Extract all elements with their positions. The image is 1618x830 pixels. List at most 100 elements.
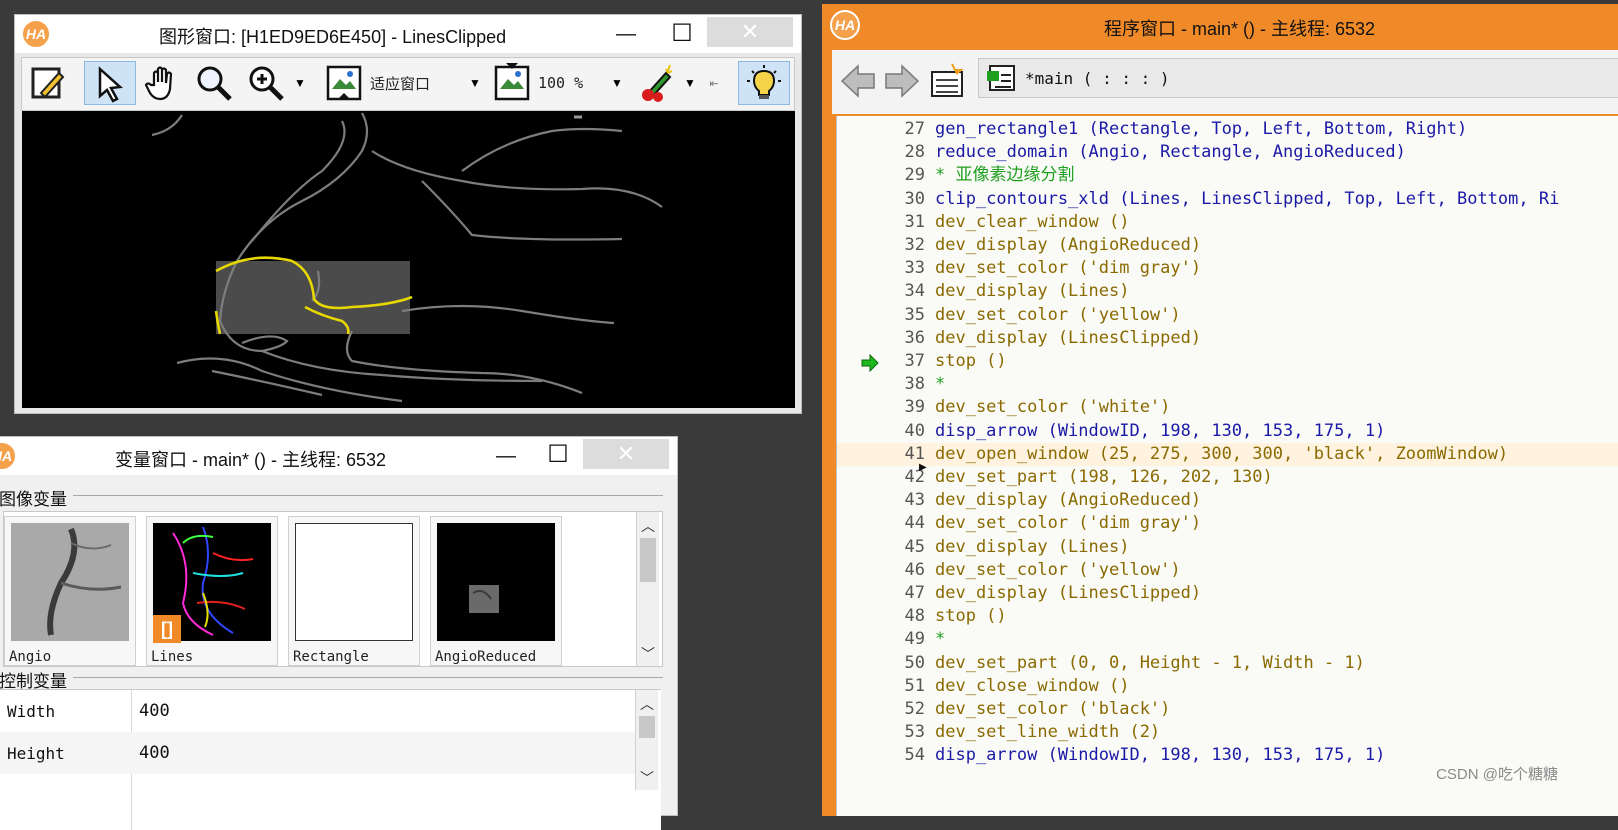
code-text: reduce_domain (Angio, Rectangle, AngioRe… <box>935 142 1406 163</box>
program-window-titlebar[interactable]: HA 程序窗口 - main* () - 主线程: 6532 <box>822 4 1618 46</box>
procedure-breadcrumb[interactable]: *main ( : : : ) <box>978 58 1618 98</box>
scroll-up-icon[interactable]: ︿ <box>637 516 659 536</box>
scroll-up-icon[interactable]: ︿ <box>636 694 658 714</box>
code-line[interactable]: 34 dev_display (Lines) <box>837 280 1618 303</box>
line-number: 50 <box>904 652 925 673</box>
scrollbar-thumb[interactable] <box>640 538 656 582</box>
code-line[interactable]: 44 dev_set_color ('dim gray') <box>837 512 1618 535</box>
code-text: * <box>935 374 946 395</box>
select-cursor-icon[interactable] <box>84 61 136 105</box>
code-line[interactable]: 41 dev_open_window (25, 275, 300, 300, 'b… <box>837 442 1618 466</box>
code-line[interactable]: 36 dev_display (LinesClipped) <box>837 327 1618 350</box>
halcon-logo-icon: HA <box>830 10 860 40</box>
zoom-dropdown-chevron-icon[interactable]: ▼ <box>290 61 310 105</box>
close-button[interactable]: ✕ <box>707 17 793 47</box>
color-palette-icon[interactable] <box>636 61 680 105</box>
code-text: dev_set_color ('yellow') <box>935 559 1181 580</box>
image-canvas[interactable] <box>22 111 795 408</box>
code-line[interactable]: 53 dev_set_line_width (2) <box>837 721 1618 744</box>
code-line[interactable]: 43 dev_display (AngioReduced) <box>837 489 1618 512</box>
code-line[interactable]: 32 dev_display (AngioReduced) <box>837 234 1618 257</box>
code-line[interactable]: 48 stop () <box>837 605 1618 628</box>
line-number: 31 <box>904 211 925 232</box>
image-variable-item[interactable]: Rectangle <box>288 516 420 666</box>
image-variable-item[interactable]: [] Lines <box>146 516 278 666</box>
fit-window-icon[interactable] <box>322 61 366 105</box>
image-list-scrollbar[interactable]: ︿ ﹀ <box>636 512 659 666</box>
image-variable-item[interactable]: Angio <box>4 516 136 666</box>
code-line[interactable]: 30 clip_contours_xld (Lines, LinesClipped… <box>837 188 1618 211</box>
code-line[interactable]: 46 dev_set_color ('yellow') <box>837 559 1618 582</box>
code-line[interactable]: 45 dev_display (Lines) <box>837 536 1618 559</box>
code-text: stop () <box>935 606 1007 627</box>
line-number: 52 <box>904 699 925 719</box>
scroll-down-icon[interactable]: ﹀ <box>637 644 659 664</box>
back-arrow-icon[interactable] <box>840 64 876 103</box>
variable-name: Width <box>7 702 56 721</box>
code-line[interactable]: 50 dev_set_part (0, 0, Height - 1, Width … <box>837 652 1618 675</box>
control-list-scrollbar[interactable]: ︿ ﹀ <box>635 690 658 790</box>
window-title: 变量窗口 - main* () - 主线程: 6532 <box>115 450 387 470</box>
code-line[interactable]: 51 dev_close_window () <box>837 675 1618 698</box>
lightbulb-icon[interactable] <box>738 61 790 105</box>
code-text: dev_close_window () <box>935 675 1130 696</box>
pc-arrow-icon <box>861 353 879 377</box>
table-row[interactable]: Height 400 <box>0 732 635 774</box>
code-line[interactable]: 33 dev_set_color ('dim gray') <box>837 257 1618 280</box>
image-variable-label: Rectangle <box>293 649 369 665</box>
fit-dropdown-chevron-icon[interactable]: ▼ <box>466 61 484 105</box>
code-line[interactable]: 37 stop () <box>837 350 1618 373</box>
line-number: 30 <box>904 188 925 209</box>
code-text: dev_set_color ('white') <box>935 397 1171 418</box>
line-number: 36 <box>904 327 925 348</box>
code-text: dev_display (LinesClipped) <box>935 327 1202 348</box>
toolbar-overflow-icon[interactable]: ⇤ <box>704 61 724 105</box>
code-editor[interactable]: 27 gen_rectangle1 (Rectangle, Top, Left, … <box>836 116 1618 816</box>
zoom-level-label[interactable]: 100 % <box>538 61 608 105</box>
code-line[interactable]: 27 gen_rectangle1 (Rectangle, Top, Left, … <box>837 118 1618 141</box>
scrollbar-thumb[interactable] <box>639 716 655 738</box>
color-dropdown-chevron-icon[interactable]: ▼ <box>682 61 698 105</box>
code-line[interactable]: 52 dev_set_color ('black') <box>837 698 1618 721</box>
zoom-level-dropdown-chevron-icon[interactable]: ▼ <box>608 61 626 105</box>
line-number: 39 <box>904 397 925 418</box>
line-number: 29 <box>904 165 925 186</box>
procedure-list-icon[interactable] <box>928 62 966 105</box>
code-text: disp_arrow (WindowID, 198, 130, 153, 175… <box>935 745 1386 766</box>
line-number: 35 <box>904 304 925 325</box>
code-line[interactable]: 38 * <box>837 373 1618 396</box>
code-line[interactable]: 40 disp_arrow (WindowID, 198, 130, 153, 1… <box>837 420 1618 443</box>
code-line[interactable]: 35 dev_set_color ('yellow') <box>837 304 1618 327</box>
rectangle-thumbnail <box>295 523 413 641</box>
edit-window-icon[interactable] <box>26 61 72 105</box>
code-line[interactable]: 49 * <box>837 628 1618 651</box>
zoom-in-icon[interactable] <box>244 61 288 105</box>
image-variable-item[interactable]: AngioReduced <box>430 516 562 666</box>
code-line[interactable]: 28 reduce_domain (Angio, Rectangle, Angio… <box>837 141 1618 164</box>
maximize-button[interactable]: ☐ <box>543 439 573 469</box>
line-number: 54 <box>904 745 925 766</box>
code-text: dev_clear_window () <box>935 211 1130 232</box>
close-button[interactable]: ✕ <box>583 439 669 469</box>
pan-hand-icon[interactable] <box>140 61 184 105</box>
fit-window-label[interactable]: 适应窗口 <box>370 61 460 105</box>
code-line[interactable]: 42 dev_set_part (198, 126, 202, 130) <box>837 466 1618 489</box>
line-number: 51 <box>904 675 925 696</box>
table-row[interactable]: Width 400 <box>0 690 635 732</box>
zoom-100-icon[interactable] <box>490 61 534 105</box>
section-divider <box>73 495 663 496</box>
variable-value: 400 <box>139 743 170 763</box>
graphics-window-titlebar[interactable]: HA 图形窗口: [H1ED9ED6E450] - LinesClipped —… <box>15 15 801 53</box>
minimize-button[interactable]: — <box>493 441 519 471</box>
maximize-button[interactable]: ☐ <box>667 18 697 48</box>
variable-window-titlebar[interactable]: HA 变量窗口 - main* () - 主线程: 6532 — ☐ ✕ <box>0 437 677 475</box>
forward-arrow-icon[interactable] <box>884 64 920 103</box>
magnifier-icon[interactable] <box>192 61 236 105</box>
code-line[interactable]: 47 dev_display (LinesClipped) <box>837 582 1618 605</box>
code-line[interactable]: 31 dev_clear_window () <box>837 211 1618 234</box>
code-text: dev_set_color ('black') <box>935 699 1171 719</box>
minimize-button[interactable]: — <box>613 19 639 49</box>
code-line[interactable]: 39 dev_set_color ('white') <box>837 396 1618 419</box>
scroll-down-icon[interactable]: ﹀ <box>636 768 658 788</box>
code-line[interactable]: 29 * 亚像素边缘分割 <box>837 164 1618 187</box>
